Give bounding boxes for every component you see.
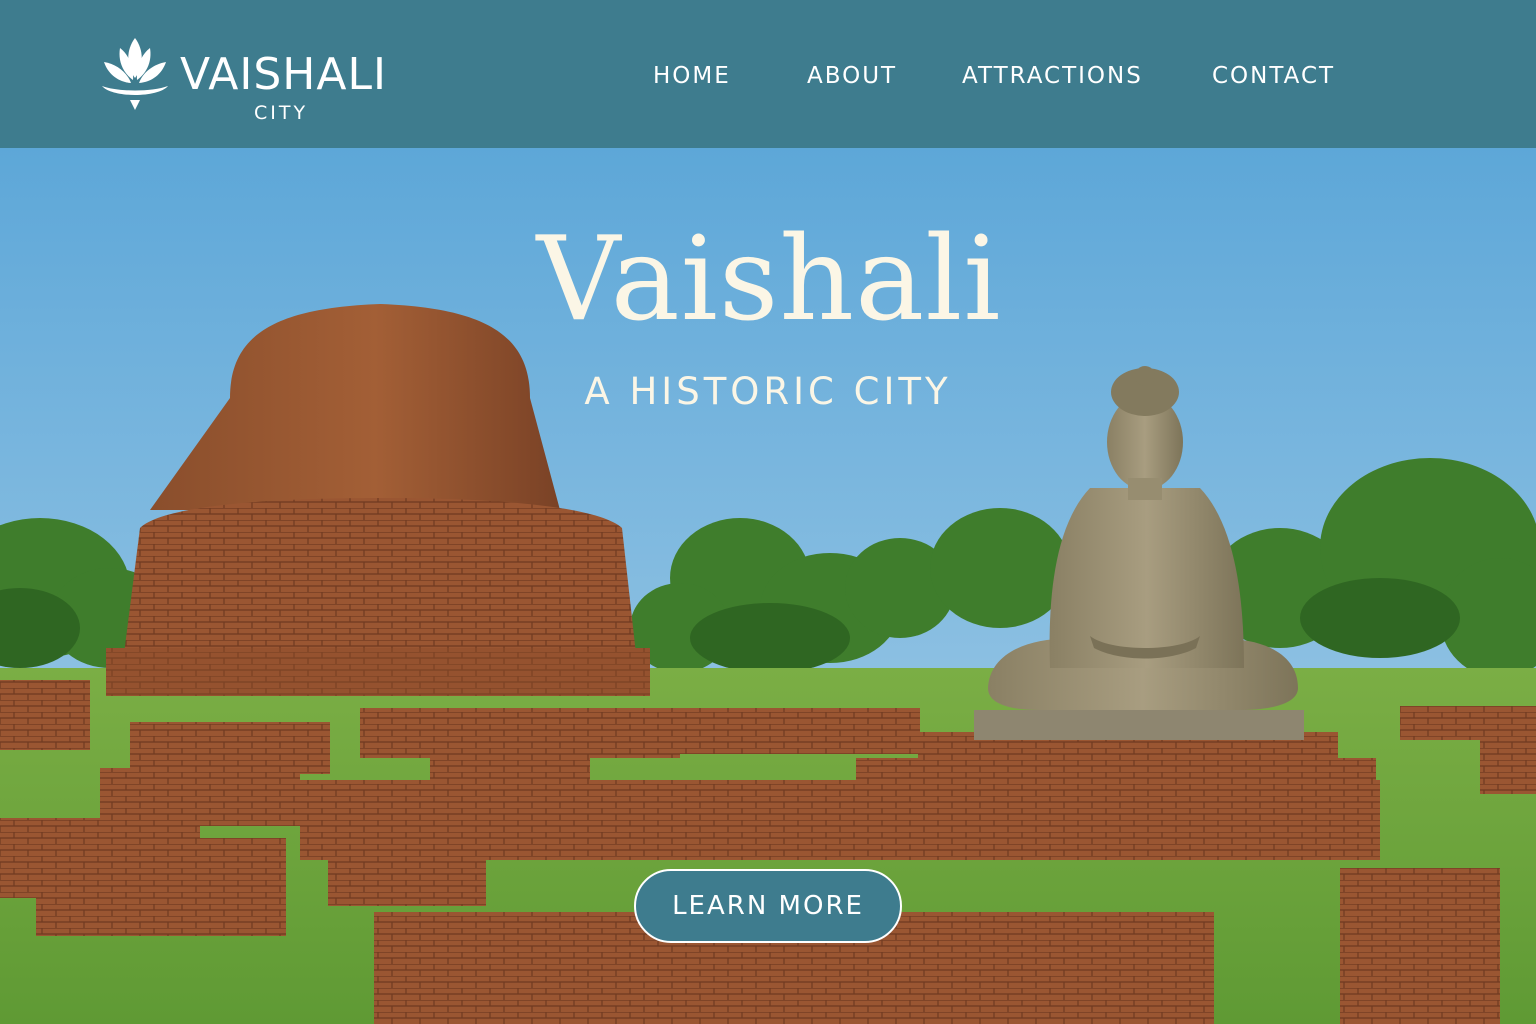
hero-subtitle: A HISTORIC CITY [584, 370, 952, 413]
nav-home[interactable]: HOME [653, 60, 731, 92]
hero-title-text: Vaishali [536, 212, 1002, 347]
hero-title: Vaishali [0, 210, 1536, 350]
hero-section: Vaishali A HISTORIC CITY LEARN MORE [0, 148, 1536, 1024]
nav-about[interactable]: ABOUT [807, 60, 897, 92]
logo-subtitle: CITY [254, 102, 309, 124]
nav-attractions[interactable]: ATTRACTIONS [962, 60, 1143, 92]
nav-contact[interactable]: CONTACT [1212, 60, 1335, 92]
site-header: VAISHALI CITY HOME ABOUT ATTRACTIONS CON… [0, 0, 1536, 148]
main-nav: HOME ABOUT ATTRACTIONS CONTACT [0, 60, 1536, 92]
learn-more-button[interactable]: LEARN MORE [634, 869, 902, 943]
